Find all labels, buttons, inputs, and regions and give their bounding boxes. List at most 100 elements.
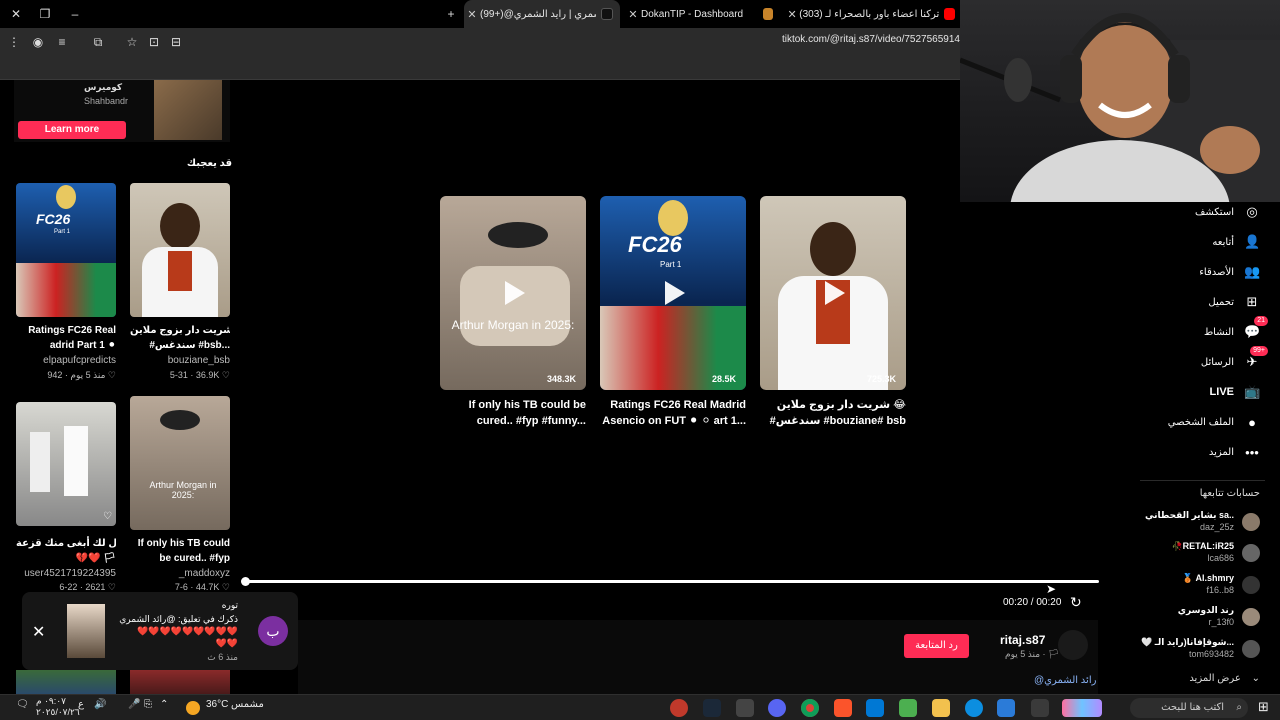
nav-upload[interactable]: تحميل ⊞ bbox=[1150, 288, 1260, 316]
end-video-caption[interactable]: #سندغس #bouziane# bsb bbox=[760, 413, 906, 429]
close-tab-icon[interactable]: ✕ bbox=[464, 8, 480, 21]
following-account[interactable]: 🥀RETAL:iR25 lca686 bbox=[1140, 541, 1260, 567]
rec-title[interactable]: يقول لك أبغى منك قزعة# bbox=[16, 536, 116, 551]
nav-profile[interactable]: الملف الشخصي ● bbox=[1150, 408, 1260, 436]
rec-username[interactable]: _maddoxyz bbox=[130, 568, 230, 579]
chrome-icon[interactable] bbox=[801, 699, 819, 717]
see-more-link[interactable]: عرض المزيد ⌄ bbox=[1150, 673, 1260, 684]
close-window-icon[interactable]: ✕ bbox=[8, 6, 24, 22]
rec-title[interactable]: be cured.. #fyp bbox=[130, 551, 230, 566]
extensions-icon[interactable]: ⧉ bbox=[90, 34, 106, 50]
volume-icon[interactable]: 🔊 bbox=[94, 699, 106, 710]
menu-dots-icon[interactable]: ⋮ bbox=[6, 34, 22, 50]
outlook-icon[interactable] bbox=[866, 699, 884, 717]
upload-icon: ⊞ bbox=[1246, 294, 1258, 309]
notification-toast[interactable]: ✕ توره ذكرك في تعليق: @رائد الشمري ❤️❤️❤… bbox=[22, 592, 298, 670]
following-account[interactable]: 🥉 Al.shmry f16..b8 bbox=[1140, 573, 1260, 599]
windows-start-icon[interactable]: ⊞ bbox=[1258, 699, 1269, 715]
reading-list-icon[interactable]: ≡ bbox=[54, 34, 70, 50]
new-tab-icon[interactable]: + bbox=[443, 6, 459, 22]
video-info-bar bbox=[298, 620, 1098, 694]
tab-dokantip[interactable]: ✕ DokanTIP - Dashboard bbox=[625, 0, 755, 28]
nav-explore[interactable]: استكشف ◎ bbox=[1150, 198, 1260, 226]
address-bar[interactable]: tiktok.com/@ritaj.s87/video/7527565914 bbox=[782, 34, 960, 45]
progress-knob[interactable] bbox=[241, 577, 250, 586]
time-display: 00:20 / 00:20 bbox=[1003, 597, 1062, 608]
clock[interactable]: ٠٩:٠٧ م ٢٠٢٥/٠٧/٢٦ bbox=[36, 696, 80, 718]
rec-thumbnail[interactable]: Arthur Morgan in 2025: bbox=[130, 396, 230, 530]
rec-thumbnail-partial[interactable] bbox=[16, 670, 116, 694]
tab-youtube[interactable]: ✕ (303) تركنا اعضاء باور بالصحراء لـ bbox=[785, 0, 960, 28]
following-account[interactable]: 🤍 شوقإفانا(رايد الـ... tom693482 bbox=[1140, 637, 1260, 663]
progress-bar[interactable] bbox=[244, 580, 1099, 583]
weather-temp[interactable]: 36°C bbox=[206, 699, 228, 710]
bookmark-star-icon[interactable]: ☆ bbox=[124, 34, 140, 50]
end-video-caption[interactable]: Ratings FC26 Real Madrid bbox=[600, 397, 746, 413]
microphone-icon[interactable]: 🎤 bbox=[128, 699, 140, 710]
nav-messages[interactable]: الرسائل ✈ 99+ bbox=[1150, 346, 1268, 376]
app-icon[interactable] bbox=[736, 699, 754, 717]
network-icon[interactable]: ⎘ bbox=[144, 699, 152, 710]
rec-title[interactable]: شريت دار بزوج ملاين 😂 bbox=[130, 323, 230, 338]
minimize-window-icon[interactable]: – bbox=[67, 6, 83, 22]
following-account[interactable]: رند الدوسري r_13f0 bbox=[1140, 605, 1260, 631]
rec-thumbnail[interactable]: ♡ bbox=[16, 402, 116, 526]
nav-more[interactable]: المزيد ••• bbox=[1150, 438, 1260, 466]
discord-icon[interactable] bbox=[768, 699, 786, 717]
end-video-caption[interactable]: شريت دار بزوج ملاين 😂 bbox=[760, 397, 906, 413]
restore-window-icon[interactable]: ❐ bbox=[37, 6, 53, 22]
mention-link[interactable]: @رائد الشمري bbox=[1034, 675, 1096, 686]
following-account[interactable]: بشاير القحطاني sa.. daz_25z bbox=[1140, 510, 1260, 536]
rec-username[interactable]: bouziane_bsb bbox=[130, 355, 230, 366]
nav-following[interactable]: أتابعه 👤 bbox=[1150, 228, 1260, 256]
end-video-thumbnail[interactable]: Arthur Morgan in 2025: 348.3K bbox=[440, 196, 586, 390]
rec-title[interactable]: #سندغس #bsb... bbox=[130, 338, 230, 353]
end-video-caption[interactable]: cured.. #fyp #funny... bbox=[440, 413, 586, 429]
edge-icon[interactable] bbox=[965, 699, 983, 717]
app-icon[interactable] bbox=[997, 699, 1015, 717]
rec-username[interactable]: user4521719224395 bbox=[16, 568, 116, 579]
author-avatar[interactable] bbox=[1058, 630, 1088, 660]
tray-expand-icon[interactable]: ⌃ bbox=[160, 699, 168, 710]
task-view-icon[interactable] bbox=[1031, 699, 1049, 717]
screenshot-icon[interactable]: ⊡ bbox=[146, 34, 162, 50]
close-tab-icon[interactable]: ✕ bbox=[625, 8, 641, 21]
rec-title[interactable]: Ratings FC26 Real bbox=[16, 323, 116, 338]
ad-title: كوميرس bbox=[84, 82, 123, 92]
rec-title[interactable]: adrid Part 1 ⚫ bbox=[16, 338, 116, 353]
nav-activity[interactable]: النشاط 💬 21 bbox=[1150, 316, 1268, 346]
author-name[interactable]: ritaj.s87 bbox=[1000, 633, 1045, 647]
replay-icon[interactable]: ↻ bbox=[1070, 594, 1086, 610]
ad-thumbnail[interactable] bbox=[154, 80, 222, 140]
install-app-icon[interactable]: ⊟ bbox=[168, 34, 184, 50]
tab-pinned[interactable] bbox=[758, 0, 778, 28]
rec-title[interactable]: If only his TB could bbox=[130, 536, 230, 551]
nav-friends[interactable]: الأصدقاء 👥 bbox=[1150, 258, 1260, 286]
folder-icon[interactable] bbox=[932, 699, 950, 717]
follow-back-button[interactable]: رد المتابعة bbox=[904, 634, 969, 658]
steam-icon[interactable] bbox=[703, 699, 721, 717]
rec-title[interactable]: 💔❤️ 🏳 bbox=[16, 551, 116, 566]
brave-icon[interactable] bbox=[834, 699, 852, 717]
nav-live[interactable]: LIVE 📺 bbox=[1150, 378, 1261, 406]
nav-label: المزيد bbox=[1208, 446, 1234, 458]
end-video-caption[interactable]: Asencio on FUT ⚫ ⚪ art 1... bbox=[600, 413, 746, 429]
language-indicator[interactable]: ع bbox=[78, 699, 84, 710]
taskbar-search[interactable]: اكتب هنا للبحث ⌕ bbox=[1130, 698, 1248, 718]
rec-username[interactable]: elpapufcpredicts bbox=[16, 355, 116, 366]
clock-date: ٢٠٢٥/٠٧/٢٦ bbox=[36, 707, 80, 717]
end-video-caption[interactable]: If only his TB could be bbox=[440, 397, 586, 413]
rec-thumbnail-partial[interactable] bbox=[130, 670, 230, 694]
rec-thumbnail[interactable]: FC26 Part 1 bbox=[16, 183, 116, 317]
close-tab-icon[interactable]: ✕ bbox=[785, 8, 799, 21]
learn-more-button[interactable]: Learn more bbox=[18, 121, 126, 139]
app-icon[interactable] bbox=[670, 699, 688, 717]
notifications-icon[interactable]: 🗨 bbox=[16, 699, 29, 710]
end-video-thumbnail[interactable]: FC26 Part 1 28.5K bbox=[600, 196, 746, 390]
profile-icon[interactable]: ◉ bbox=[30, 34, 46, 50]
end-video-thumbnail[interactable]: 725.3K bbox=[760, 196, 906, 390]
close-icon[interactable]: ✕ bbox=[32, 622, 45, 642]
rec-thumbnail[interactable] bbox=[130, 183, 230, 317]
store-icon[interactable] bbox=[899, 699, 917, 717]
tab-tiktok-active[interactable]: ✕ (99+)@رائد الشمري | رايد الشمري bbox=[464, 0, 620, 28]
